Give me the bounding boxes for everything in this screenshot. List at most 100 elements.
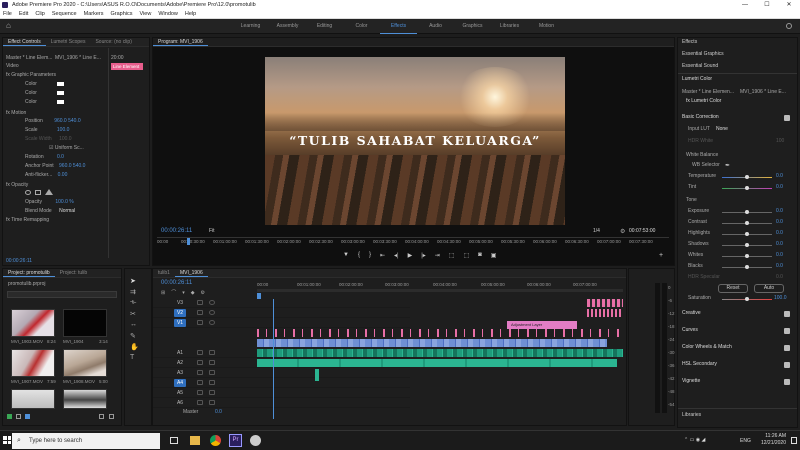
menu-sequence[interactable]: Sequence [52,10,77,18]
ec-bottom-timecode[interactable]: 00:00:26:11 [6,258,32,265]
thumbnail-item-6[interactable] [63,389,107,409]
workspace-color[interactable]: Color [343,19,380,34]
track-name[interactable]: A1 [174,349,186,357]
effects-panel-header[interactable]: Effects [682,39,697,46]
slider-knob[interactable] [745,297,749,301]
slider-knob[interactable] [745,186,749,190]
thumbnail-item-5[interactable] [11,389,55,409]
slider-knob[interactable] [745,175,749,179]
contrast-value[interactable]: 0.0 [776,219,783,226]
libraries-header[interactable]: Libraries [682,412,701,419]
program-ruler[interactable]: 00:00 00:00:30:00 00:01:00:00 00:01:30:0… [157,237,669,245]
essential-sound-header[interactable]: Essential Sound [682,63,718,70]
project-search-input[interactable] [7,291,117,298]
playhead-handle[interactable] [257,293,261,299]
color-wheels-section[interactable]: Color Wheels & Match [682,344,732,351]
curves-section[interactable]: Curves [682,327,698,334]
thumbnail-mvi-1908[interactable] [63,349,107,377]
saturation-value[interactable]: 100.0 [774,295,787,302]
eye-icon[interactable] [209,320,215,325]
basic-correction-checkbox[interactable] [784,115,790,121]
track-name[interactable]: V1 [174,319,186,327]
a3-audio-clip[interactable] [315,369,319,381]
antiflicker-value[interactable]: 0.00 [58,172,68,178]
lumetri-color-header[interactable]: Lumetri Color [682,76,712,83]
menu-clip[interactable]: Clip [35,10,44,18]
program-playhead[interactable] [187,238,190,245]
menu-graphics[interactable]: Graphics [111,10,133,18]
eye-icon[interactable] [209,300,215,305]
video-frame[interactable]: “TULIB SAHABAT KELUARGA” [265,57,565,225]
ec-row-motion[interactable]: fx Motion [6,110,26,117]
a1-audio-clips[interactable] [257,349,623,357]
timeline-toolbar-icons[interactable]: ⊞⌒▾◆⚙ [161,289,241,296]
workspace-learning[interactable]: Learning [232,19,269,34]
ec-clip-bar[interactable]: Line Element [111,63,143,70]
ec-anchor[interactable]: Anchor Point 960.0 540.0 [25,163,85,170]
windows-start-icon[interactable] [3,436,11,444]
pen-tool-icon[interactable]: ✎ [130,332,136,340]
tint-slider[interactable] [722,186,772,190]
ripple-edit-tool-icon[interactable]: ⟛ [130,299,136,307]
add-button-icon[interactable]: + [659,252,663,259]
temperature-slider[interactable] [722,175,772,179]
workspace-effects[interactable]: Effects [380,19,417,34]
ec-row-2[interactable]: Color [25,90,64,97]
input-lut-select[interactable]: None [716,126,728,133]
ec-opacity[interactable]: Opacity 100.0 % [25,199,74,206]
a2-audio-clips[interactable] [257,359,617,367]
mute-icon[interactable] [197,390,203,395]
hsl-secondary-checkbox[interactable] [784,362,790,368]
new-bin-icon[interactable] [99,414,104,419]
track-name[interactable]: A4 [174,379,186,387]
tab-sequence-tulib1[interactable]: tulib1 [153,269,175,277]
basic-correction-header[interactable]: Basic Correction [682,114,719,121]
go-to-in-icon[interactable]: ⇤ [380,252,385,259]
tab-effect-controls[interactable]: Effect Controls [3,38,46,46]
thumbnail-mvi-1904[interactable] [63,309,107,337]
tab-program-monitor[interactable]: Program: MVI_1906 [153,38,208,46]
timeline-timecode[interactable]: 00:00:26:11 [161,280,192,287]
ec-blend-mode[interactable]: Blend Mode Normal [25,208,75,215]
contrast-slider[interactable] [722,221,772,225]
zoom-select[interactable]: Fit [209,228,215,235]
mute-icon[interactable] [197,400,203,405]
search-icon[interactable] [786,23,792,29]
tint-value[interactable]: 0.0 [776,184,783,191]
ec-uniform-scale[interactable]: ☑ Uniform Sc... [49,145,84,152]
notifications-icon[interactable] [791,437,797,444]
type-tool-icon[interactable]: T [130,354,134,361]
curves-checkbox[interactable] [784,328,790,334]
v3-clips[interactable] [587,299,623,307]
mute-icon[interactable] [197,380,203,385]
settings-wrench-icon[interactable]: ⚙ [620,228,625,235]
step-back-icon[interactable]: ◂| [394,252,399,259]
whites-value[interactable]: 0.0 [776,252,783,259]
mute-icon[interactable] [197,370,203,375]
toggle-output-icon[interactable] [197,320,203,325]
pen-mask-icon[interactable] [45,189,53,195]
scale-value[interactable]: 100.0 [57,127,70,133]
menu-markers[interactable]: Markers [84,10,104,18]
color-wheels-checkbox[interactable] [784,345,790,351]
vignette-checkbox[interactable] [784,379,790,385]
solo-icon[interactable] [209,350,215,355]
menu-edit[interactable]: Edit [19,10,28,18]
tone-header[interactable]: Tone [686,197,697,204]
highlights-slider[interactable] [722,232,772,236]
blacks-value[interactable]: 0.0 [776,263,783,270]
position-value[interactable]: 960.0 540.0 [54,118,80,124]
maximize-button[interactable]: ☐ [756,0,778,10]
marker-icon[interactable]: ▼ [343,252,349,259]
track-name[interactable]: A6 [174,399,186,407]
track-name[interactable]: A2 [174,359,186,367]
timeline-clip-area[interactable]: Adjust Adjustment Layer [257,299,623,419]
lumetri-master[interactable]: Master * Line Elemen... [682,89,734,96]
premiere-taskbar-icon[interactable]: Pr [229,434,242,447]
ec-row-1[interactable]: Color [25,81,64,88]
mark-in-icon[interactable]: { [358,252,360,259]
ec-row-3[interactable]: Color [25,99,64,106]
exposure-value[interactable]: 0.0 [776,208,783,215]
highlights-value[interactable]: 0.0 [776,230,783,237]
saturation-slider[interactable] [722,297,772,301]
